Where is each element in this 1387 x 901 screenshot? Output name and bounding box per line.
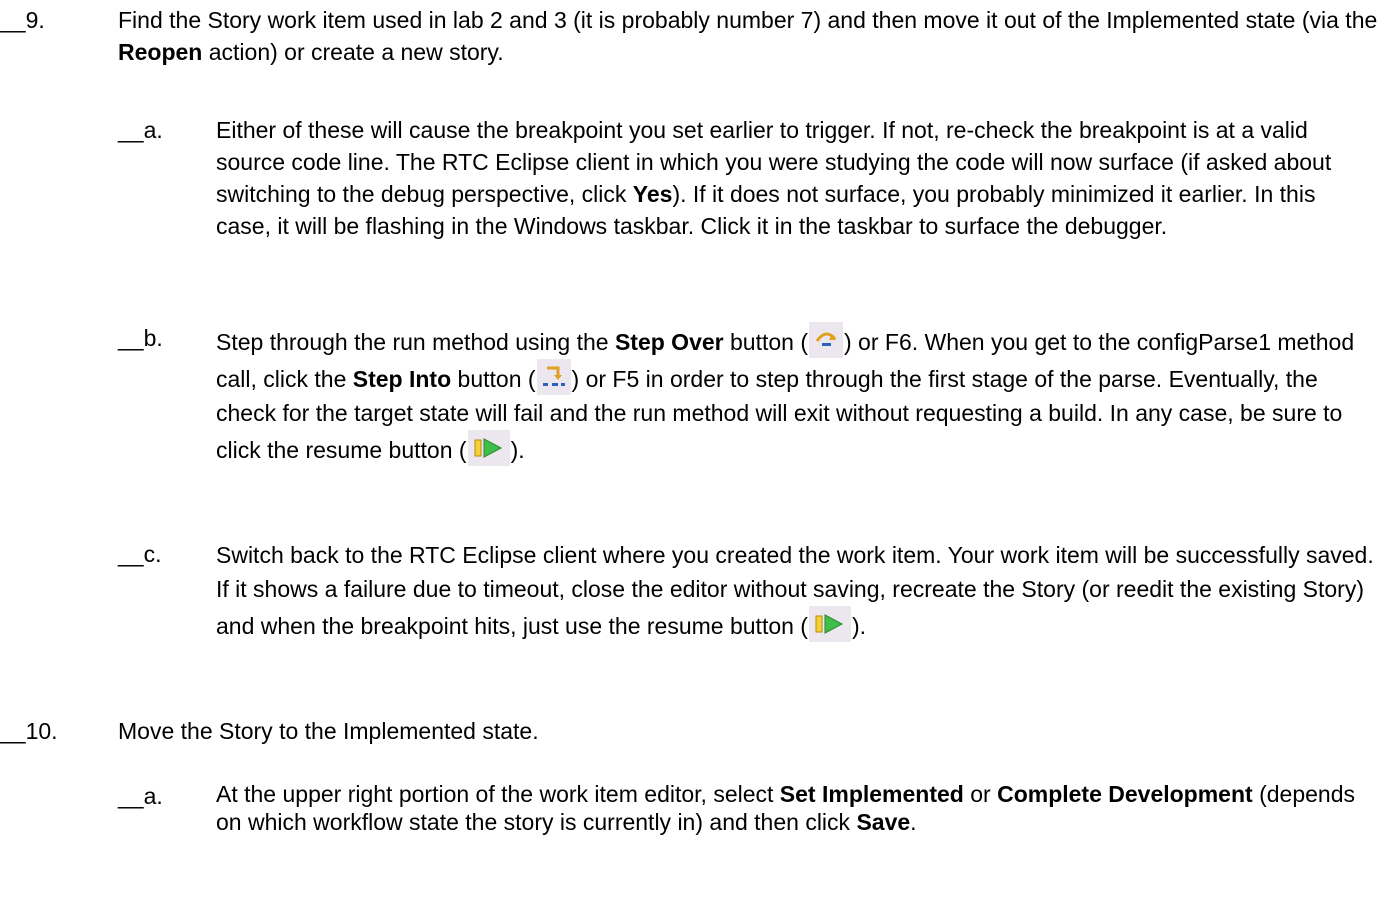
substep-letter: __b. (118, 325, 163, 351)
step-into-icon (536, 359, 571, 395)
substep-text: Step through the run method using the St… (216, 322, 1376, 467)
substep-letter: __a. (118, 783, 163, 809)
resume-icon (467, 430, 510, 466)
step-number: __10. (0, 718, 58, 744)
resume-icon (808, 606, 851, 642)
substep-text: Either of these will cause the breakpoin… (216, 117, 1332, 239)
substep-letter: __c. (118, 541, 162, 567)
substep-text: At the upper right portion of the work i… (216, 781, 1355, 835)
step-number: __9. (0, 7, 45, 33)
step-text: Find the Story work item used in lab 2 a… (118, 7, 1378, 65)
substep-text: Switch back to the RTC Eclipse client wh… (216, 538, 1376, 643)
step-over-icon (809, 322, 843, 358)
step-text: Move the Story to the Implemented state. (118, 718, 539, 744)
substep-letter: __a. (118, 117, 163, 143)
